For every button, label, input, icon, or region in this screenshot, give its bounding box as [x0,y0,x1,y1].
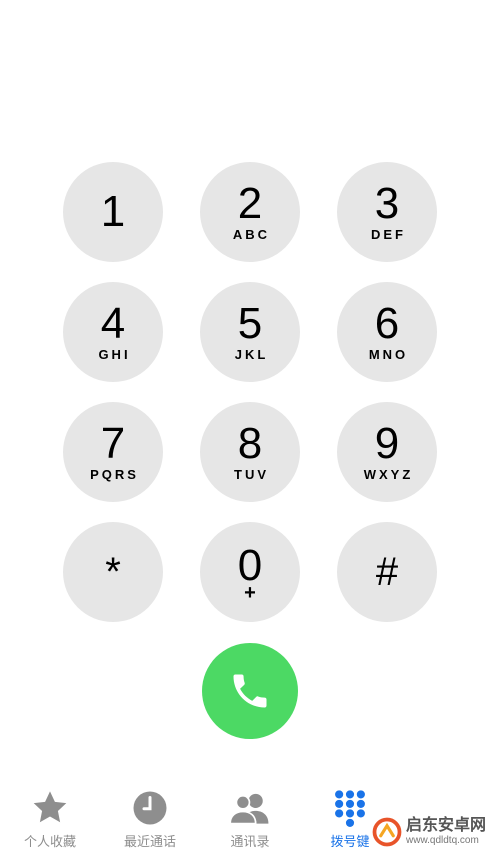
star-icon [33,791,67,823]
key-0[interactable]: 0 + [200,522,300,622]
key-letters: MNO [368,347,409,362]
key-letters: + [244,582,256,604]
key-2[interactable]: 2 ABC [200,162,300,262]
key-3[interactable]: 3 DEF [337,162,437,262]
keypad-icon [335,790,365,827]
watermark-url: www.qdldtq.com [406,835,479,846]
key-digit: 3 [374,179,400,228]
tab-label: 通讯录 [230,834,270,849]
key-letters: GHI [98,347,131,362]
key-digit: 7 [100,419,126,468]
key-letters: DEF [371,227,406,242]
key-digit: * [105,550,121,594]
call-button[interactable] [202,643,298,739]
key-letters: JKL [234,347,269,362]
tab-contacts[interactable]: 通讯录 [200,788,300,853]
key-letters: PQRS [90,467,139,482]
key-digit: 5 [237,299,263,348]
key-6[interactable]: 6 MNO [337,282,437,382]
key-1[interactable]: 1 [63,162,163,262]
key-4[interactable]: 4 GHI [63,282,163,382]
dial-keypad: 1 2 ABC 3 DEF 4 GHI 5 JKL 6 MNO 7 PQRS 8… [0,0,500,640]
key-digit: 4 [100,299,126,348]
clock-icon [133,791,167,825]
key-7[interactable]: 7 PQRS [63,402,163,502]
tab-label: 拨号键 [330,834,370,849]
key-digit: 9 [374,419,400,468]
key-letters: TUV [234,467,269,482]
watermark: 启东安卓网 www.qdldtq.com [372,812,500,852]
key-letters: ABC [232,227,271,242]
tab-recents[interactable]: 最近通话 [100,788,200,853]
key-digit: 6 [374,299,400,348]
watermark-name: 启东安卓网 [406,817,487,834]
contacts-icon [229,793,269,825]
key-digit: 1 [100,187,126,236]
key-digit: # [375,550,399,594]
key-letters: WXYZ [363,467,414,482]
phone-icon [233,674,267,708]
tab-label: 最近通话 [123,834,176,849]
tab-favorites[interactable]: 个人收藏 [0,788,100,853]
key-hash[interactable]: # [337,522,437,622]
key-digit: 8 [237,419,263,468]
key-8[interactable]: 8 TUV [200,402,300,502]
key-digit: 2 [237,179,263,228]
logo-icon [372,817,402,847]
key-5[interactable]: 5 JKL [200,282,300,382]
key-9[interactable]: 9 WXYZ [337,402,437,502]
key-star[interactable]: * [63,522,163,622]
tab-label: 个人收藏 [23,834,76,849]
